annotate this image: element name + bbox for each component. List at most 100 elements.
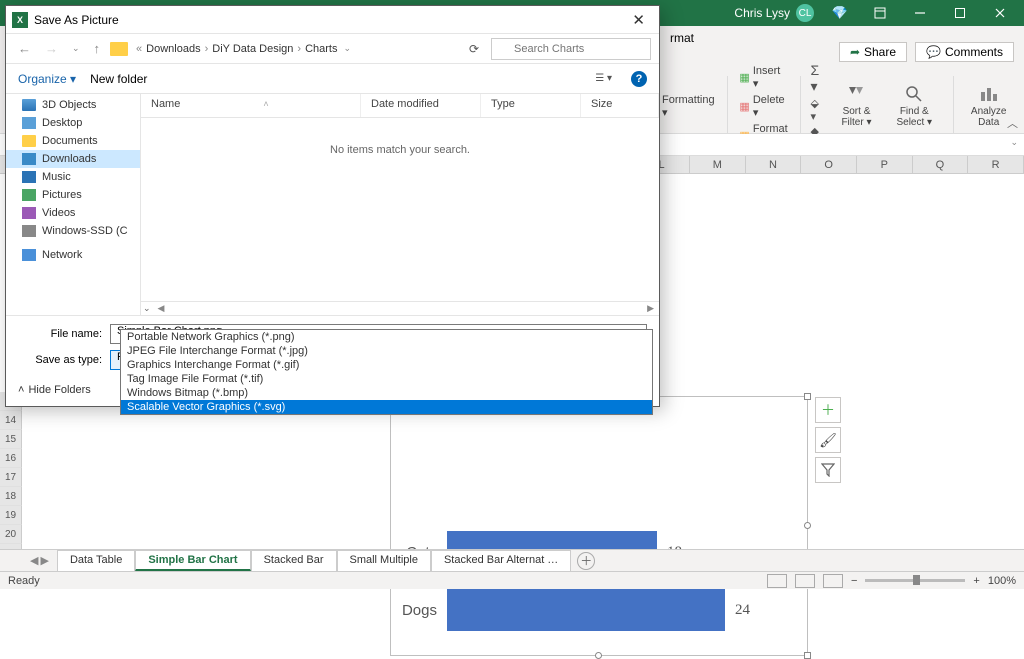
sheet-tab[interactable]: Small Multiple [337, 550, 431, 571]
resize-handle-ne[interactable] [804, 393, 811, 400]
column-header[interactable]: O [801, 156, 857, 173]
ribbon-tab-format[interactable]: rmat [660, 28, 704, 48]
view-mode-button[interactable]: ☰ ▾ [590, 70, 617, 87]
column-header[interactable]: Q [913, 156, 969, 173]
sort-filter-button[interactable]: Sort & Filter ▾ [831, 84, 882, 128]
column-header-type[interactable]: Type [481, 94, 581, 117]
view-pagelayout-button[interactable] [795, 574, 815, 588]
chart-styles-button[interactable]: 🖌 [815, 427, 841, 453]
account-user[interactable]: Chris Lysy CL [734, 4, 814, 22]
nav-up-button[interactable]: ↑ [90, 39, 105, 58]
resize-handle-s[interactable] [595, 652, 602, 659]
save-type-option[interactable]: JPEG File Interchange Format (*.jpg) [121, 344, 652, 358]
row-header[interactable]: 20 [0, 525, 22, 544]
help-button[interactable]: ? [631, 71, 647, 87]
organize-button[interactable]: Organize ▾ [18, 72, 76, 86]
sheet-tab[interactable]: Stacked Bar [251, 550, 337, 571]
share-button[interactable]: ➦ Share [839, 42, 907, 62]
ribbon-display-icon[interactable] [860, 0, 900, 26]
save-type-option[interactable]: Windows Bitmap (*.bmp) [121, 386, 652, 400]
sheet-nav-prev[interactable]: ◀ [30, 554, 38, 567]
save-type-dropdown-list[interactable]: Portable Network Graphics (*.png)JPEG Fi… [120, 329, 653, 415]
refresh-button[interactable]: ⟳ [463, 40, 485, 58]
dialog-titlebar[interactable]: X Save As Picture ✕ [6, 6, 659, 34]
save-type-option[interactable]: Graphics Interchange Format (*.gif) [121, 358, 652, 372]
column-header[interactable]: P [857, 156, 913, 173]
column-header[interactable]: R [968, 156, 1024, 173]
row-header[interactable]: 14 [0, 411, 22, 430]
delete-cells-button[interactable]: ▦Delete ▾ [737, 93, 789, 120]
breadcrumb[interactable]: « Downloads › DiY Data Design › Charts ⌄ [134, 43, 457, 55]
zoom-level[interactable]: 100% [988, 575, 1016, 587]
breadcrumb-2[interactable]: DiY Data Design [212, 43, 293, 55]
view-normal-button[interactable] [767, 574, 787, 588]
row-header[interactable]: 19 [0, 506, 22, 525]
tree-item[interactable]: Music [6, 168, 140, 186]
h-scrollbar[interactable]: ⌄ ◀ ▶ [141, 301, 659, 315]
sheet-nav-next[interactable]: ▶ [40, 554, 48, 567]
upsell-icon[interactable]: 💎 [820, 0, 860, 26]
new-folder-button[interactable]: New folder [90, 72, 147, 86]
save-type-option[interactable]: Scalable Vector Graphics (*.svg) [121, 400, 652, 414]
autosum-icon[interactable]: Σ ▾ [811, 62, 827, 95]
conditional-formatting-button[interactable]: Formatting ▾ [660, 93, 717, 120]
tree-item-network[interactable]: Network [6, 246, 140, 264]
save-type-option[interactable]: Tag Image File Format (*.tif) [121, 372, 652, 386]
view-pagebreak-button[interactable] [823, 574, 843, 588]
fill-icon[interactable]: ⬙ ▾ [811, 97, 827, 123]
zoom-in-button[interactable]: + [973, 575, 979, 587]
row-header[interactable]: 17 [0, 468, 22, 487]
tree-item[interactable]: Downloads [6, 150, 140, 168]
column-header-size[interactable]: Size [581, 94, 659, 117]
resize-handle-e[interactable] [804, 522, 811, 529]
row-header[interactable]: 18 [0, 487, 22, 506]
sheet-tab[interactable]: Stacked Bar Alternat … [431, 550, 571, 571]
comments-button[interactable]: 💬 Comments [915, 42, 1014, 62]
column-header-date[interactable]: Date modified [361, 94, 481, 117]
sheet-tab[interactable]: Simple Bar Chart [135, 550, 250, 571]
breadcrumb-1[interactable]: Downloads [146, 43, 200, 55]
file-list[interactable]: Name ˄ Date modified Type Size No items … [141, 94, 659, 315]
column-header[interactable]: M [690, 156, 746, 173]
folder-tree[interactable]: 3D ObjectsDesktopDocumentsDownloadsMusic… [6, 94, 141, 315]
tree-item[interactable]: Videos [6, 204, 140, 222]
tree-item[interactable]: 3D Objects [6, 96, 140, 114]
tree-item[interactable]: Documents [6, 132, 140, 150]
chart-filters-button[interactable] [815, 457, 841, 483]
zoom-slider[interactable] [865, 579, 965, 582]
add-sheet-button[interactable]: ＋ [577, 552, 595, 570]
chart-elements-button[interactable]: ＋ [815, 397, 841, 423]
find-select-button[interactable]: Find & Select ▾ [886, 84, 943, 128]
nav-recent-button[interactable]: ⌄ [68, 41, 84, 56]
nav-back-button[interactable]: ← [14, 39, 35, 58]
hide-folders-button[interactable]: ˄ Hide Folders [18, 384, 91, 396]
maximize-button[interactable] [940, 0, 980, 26]
resize-handle-se[interactable] [804, 652, 811, 659]
scroll-left-icon[interactable]: ◀ [155, 303, 168, 314]
nav-forward-button[interactable]: → [41, 39, 62, 58]
tree-item[interactable]: Desktop [6, 114, 140, 132]
insert-cells-button[interactable]: ▦Insert ▾ [737, 64, 789, 91]
formula-bar-expand-icon[interactable]: ⌄ [1010, 137, 1018, 148]
chart-object[interactable]: ＋ 🖌 Cats 18 Dogs 24 [390, 396, 808, 656]
row-header[interactable]: 15 [0, 430, 22, 449]
sheet-tab[interactable]: Data Table [57, 550, 135, 571]
zoom-out-button[interactable]: − [851, 575, 857, 587]
column-header-name[interactable]: Name ˄ [141, 94, 361, 117]
breadcrumb-dropdown-icon[interactable]: ⌄ [343, 43, 351, 54]
save-type-option[interactable]: Portable Network Graphics (*.png) [121, 330, 652, 344]
minimize-button[interactable] [900, 0, 940, 26]
tree-collapse-icon[interactable]: ⌄ [143, 303, 151, 314]
search-input[interactable] [491, 38, 651, 60]
close-button[interactable] [980, 0, 1020, 26]
breadcrumb-3[interactable]: Charts [305, 43, 337, 55]
folder-icon [22, 171, 36, 183]
tree-item[interactable]: Pictures [6, 186, 140, 204]
dialog-close-button[interactable]: ✕ [624, 9, 653, 31]
scroll-right-icon[interactable]: ▶ [644, 303, 657, 314]
bar-rect [447, 589, 725, 631]
collapse-ribbon-icon[interactable]: ︿ [1007, 115, 1018, 131]
tree-item[interactable]: Windows-SSD (C [6, 222, 140, 240]
column-header[interactable]: N [746, 156, 802, 173]
row-header[interactable]: 16 [0, 449, 22, 468]
